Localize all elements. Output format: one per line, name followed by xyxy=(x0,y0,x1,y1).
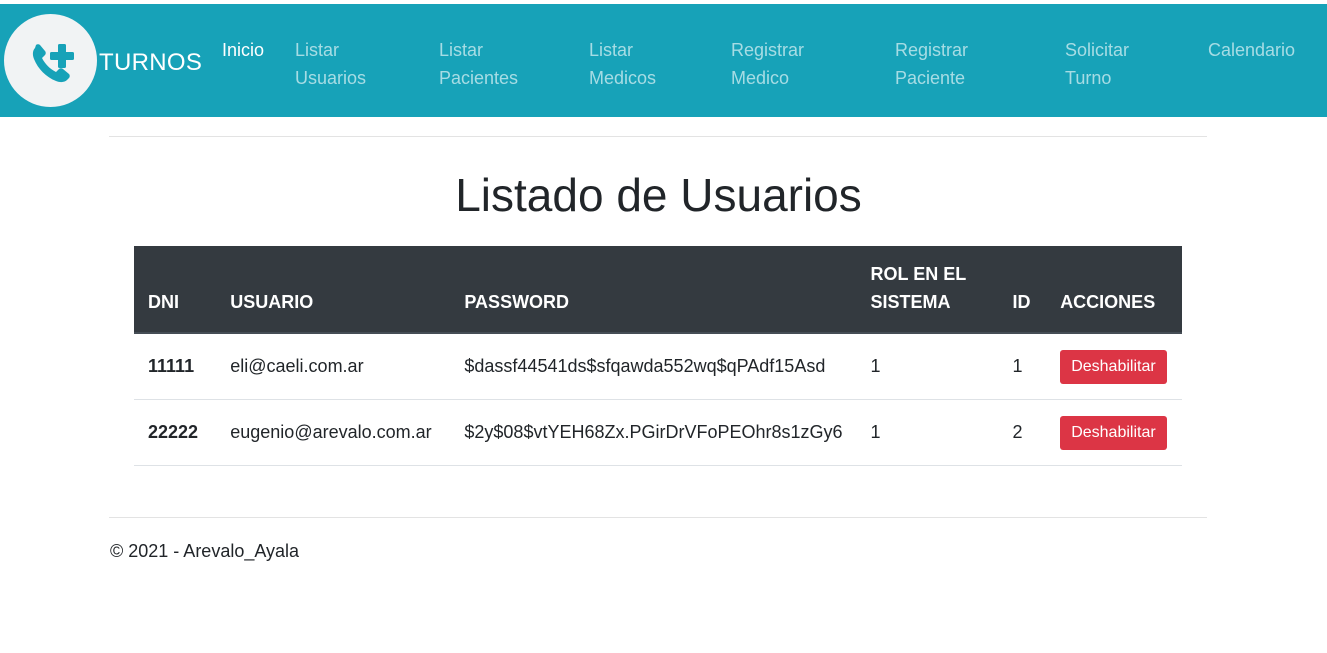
cell-dni: 22222 xyxy=(134,399,217,466)
nav-registrar-paciente[interactable]: Registrar Paciente xyxy=(895,36,968,92)
nav-label: Calendario xyxy=(1208,40,1296,60)
brand-name[interactable]: TURNOS xyxy=(99,49,202,77)
disable-user-button[interactable]: Deshabilitar xyxy=(1060,349,1167,384)
cell-acciones: Deshabilitar xyxy=(1046,333,1182,400)
cell-usuario: eugenio@arevalo.com.ar xyxy=(216,399,451,466)
cell-rol: 1 xyxy=(856,333,999,400)
nav-listar-medicos[interactable]: Listar Medicos xyxy=(589,36,656,92)
column-header-password: PASSWORD xyxy=(450,246,857,334)
nav-listar-usuarios[interactable]: Listar Usuarios xyxy=(295,36,366,92)
nav-label: Listar xyxy=(589,40,634,60)
nav-label: Turno xyxy=(1065,68,1112,88)
table-row: 22222 eugenio@arevalo.com.ar $2y$08$vtYE… xyxy=(134,399,1182,466)
cell-rol: 1 xyxy=(856,399,999,466)
disable-user-button[interactable]: Deshabilitar xyxy=(1060,415,1167,450)
table-row: 11111 eli@caeli.com.ar $dassf44541ds$sfq… xyxy=(134,333,1182,400)
nav-label: Pacientes xyxy=(439,68,519,88)
nav-solicitar-turno[interactable]: Solicitar Turno xyxy=(1065,36,1129,92)
nav-label: Solicitar xyxy=(1065,40,1130,60)
table-header: DNI USUARIO PASSWORD ROL EN EL SISTEMA I… xyxy=(134,246,1182,334)
table-body: 11111 eli@caeli.com.ar $dassf44541ds$sfq… xyxy=(134,333,1182,466)
divider xyxy=(109,136,1207,137)
column-header-rol: ROL EN EL SISTEMA xyxy=(856,246,999,334)
column-header-rol-line2: SISTEMA xyxy=(870,292,951,312)
nav-label: Medico xyxy=(731,68,790,88)
page: TURNOS Inicio Listar Usuarios Listar Pac… xyxy=(0,0,1327,653)
column-header-id: ID xyxy=(998,246,1047,334)
column-header-usuario: USUARIO xyxy=(216,246,451,334)
nav-label: Listar xyxy=(439,40,484,60)
nav-calendario[interactable]: Calendario xyxy=(1208,36,1295,64)
phone-plus-icon xyxy=(32,44,74,83)
footer-copyright: © 2021 - Arevalo_Ayala xyxy=(110,541,300,561)
nav-inicio[interactable]: Inicio xyxy=(222,36,264,64)
page-title: Listado de Usuarios xyxy=(455,169,862,221)
cell-dni: 11111 xyxy=(134,333,217,400)
cell-usuario: eli@caeli.com.ar xyxy=(216,333,451,400)
nav-listar-pacientes[interactable]: Listar Pacientes xyxy=(439,36,518,92)
nav-label: Paciente xyxy=(895,68,966,88)
navbar: TURNOS Inicio Listar Usuarios Listar Pac… xyxy=(0,4,1327,117)
cell-id: 2 xyxy=(998,399,1047,466)
cell-id: 1 xyxy=(998,333,1047,400)
column-header-dni: DNI xyxy=(134,246,217,334)
brand-logo[interactable] xyxy=(4,14,97,107)
column-header-rol-line1: ROL EN EL xyxy=(870,264,967,284)
users-table-container: DNI USUARIO PASSWORD ROL EN EL SISTEMA I… xyxy=(134,246,1182,466)
cell-password: $dassf44541ds$sfqawda552wq$qPAdf15Asd xyxy=(450,333,857,400)
nav-label: Medicos xyxy=(589,68,657,88)
nav-label: Inicio xyxy=(222,40,265,60)
nav-registrar-medico[interactable]: Registrar Medico xyxy=(731,36,804,92)
column-header-acciones: ACCIONES xyxy=(1046,246,1182,334)
cell-acciones: Deshabilitar xyxy=(1046,399,1182,466)
cell-password: $2y$08$vtYEH68Zx.PGirDrVFoPEOhr8s1zGy6 xyxy=(450,399,857,466)
nav-label: Listar xyxy=(295,40,340,60)
nav-label: Usuarios xyxy=(295,68,367,88)
nav-label: Registrar xyxy=(895,40,969,60)
users-table: DNI USUARIO PASSWORD ROL EN EL SISTEMA I… xyxy=(134,246,1182,466)
divider xyxy=(109,517,1207,518)
nav-label: Registrar xyxy=(731,40,805,60)
